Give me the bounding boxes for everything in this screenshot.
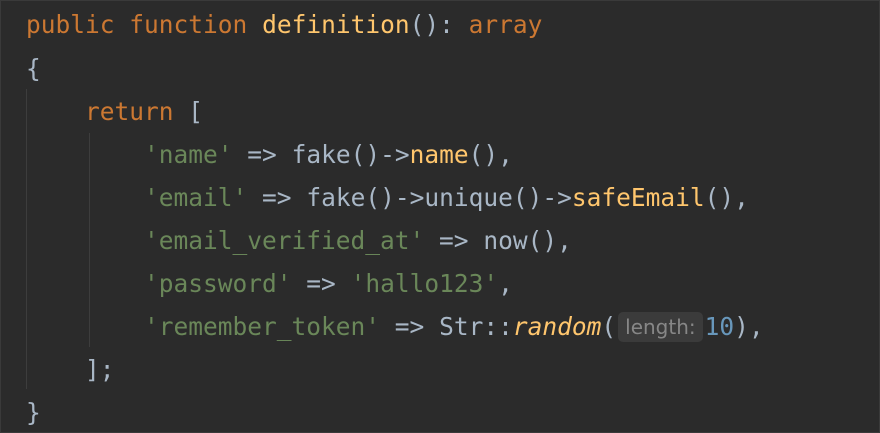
function-call: fake [291,140,351,169]
array-key: 'email_verified_at' [144,226,425,255]
code-editor[interactable]: public function definition(): array { re… [0,0,880,433]
code-line-9: ]; [26,355,115,385]
open-brace: { [26,54,41,83]
function-call: now [483,226,528,255]
code-line-6: 'email_verified_at' => now(), [26,226,572,256]
string-value: 'hallo123' [350,269,499,298]
punctuation: ( [601,312,617,341]
method-call: unique [424,183,513,212]
code-line-7: 'password' => 'hallo123', [26,269,513,299]
array-key: 'name' [144,140,233,169]
punctuation: ()-> [512,183,572,212]
static-method: random [512,312,602,341]
keyword: public [26,10,115,39]
keyword: return [85,97,174,126]
open-bracket: [ [188,97,204,126]
punctuation: (): [409,10,454,39]
arrow: => [247,140,277,169]
code-line-2: { [26,54,41,84]
punctuation: (), [468,140,513,169]
code-line-4: 'name' => fake()->name(), [26,140,513,170]
code-line-1: public function definition(): array [26,10,542,40]
punctuation: :: [483,312,513,341]
code-line-3: return [ [26,97,203,127]
code-line-8: 'remember_token' => Str::random(length: 1… [26,312,764,342]
arrow: => [306,269,336,298]
punctuation: ()-> [365,183,425,212]
function-name: definition [262,10,410,39]
close-brace: } [26,398,41,427]
punctuation: ), [734,312,764,341]
return-type: array [468,10,543,39]
arrow: => [439,226,469,255]
punctuation: (), [704,183,749,212]
array-key: 'remember_token' [144,312,381,341]
number-literal: 10 [704,312,735,341]
punctuation: (), [527,226,572,255]
code-line-5: 'email' => fake()->unique()->safeEmail()… [26,183,749,213]
close-bracket: ]; [85,355,115,384]
parameter-hint: length: [618,312,703,342]
keyword: function [129,10,248,39]
method-call: safeEmail [571,183,705,212]
class-name: Str [439,312,484,341]
code-line-10: } [26,398,41,428]
punctuation: ()-> [350,140,410,169]
punctuation: , [498,269,513,298]
array-key: 'email' [144,183,248,212]
function-call: fake [306,183,366,212]
array-key: 'password' [144,269,292,298]
method-call: name [409,140,469,169]
arrow: => [394,312,425,341]
arrow: => [262,183,292,212]
